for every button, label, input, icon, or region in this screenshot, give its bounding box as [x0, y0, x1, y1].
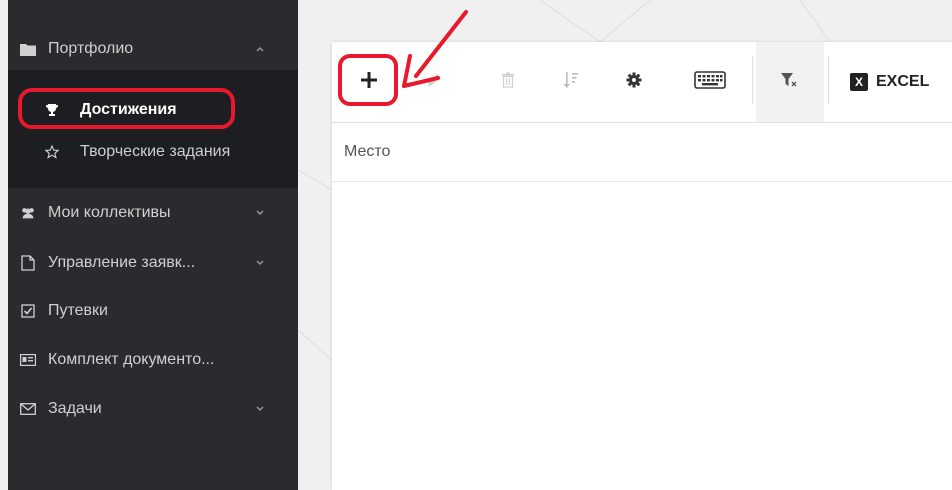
clear-filter-button[interactable]	[774, 64, 806, 100]
trophy-icon	[44, 102, 60, 118]
envelope-icon	[20, 401, 36, 417]
chevron-down-icon	[254, 206, 266, 218]
settings-button[interactable]	[618, 64, 650, 100]
sidebar-item-vouchers[interactable]: Путевки	[8, 292, 298, 330]
sidebar-subitem-creative-tasks[interactable]: Творческие задания	[8, 135, 298, 169]
edit-icon	[426, 72, 442, 93]
checkbox-icon	[20, 303, 36, 319]
toolbar-separator	[828, 56, 829, 104]
keyboard-icon	[694, 70, 726, 94]
sidebar-item-label: Портфолио	[48, 40, 134, 57]
folder-icon	[20, 41, 36, 57]
toolbar-separator	[752, 56, 753, 104]
sidebar-item-label: Управление заявк...	[48, 254, 196, 271]
sidebar-subitem-label: Достижения	[80, 101, 177, 118]
sort-icon	[563, 71, 579, 94]
sidebar-item-portfolio[interactable]: Портфолио	[8, 30, 298, 68]
add-button[interactable]	[353, 64, 385, 100]
delete-button[interactable]	[492, 64, 524, 100]
keyboard-button[interactable]	[694, 64, 726, 100]
chevron-down-icon	[254, 402, 266, 414]
column-header-place[interactable]: Место	[344, 143, 390, 161]
chevron-down-icon	[254, 256, 266, 268]
sidebar: Портфолио Достижения Творческие задания	[8, 0, 298, 490]
gear-icon	[626, 72, 642, 93]
id-card-icon	[20, 352, 36, 368]
star-icon	[44, 144, 60, 160]
add-icon	[360, 71, 378, 94]
sidebar-item-label: Мои коллективы	[48, 204, 171, 221]
sidebar-item-document-set[interactable]: Комплект документо...	[8, 341, 298, 379]
sidebar-item-label: Комплект документо...	[48, 351, 215, 368]
sort-button[interactable]	[555, 64, 587, 100]
sidebar-subitem-label: Творческие задания	[80, 143, 231, 160]
sidebar-item-my-groups[interactable]: Мои коллективы	[8, 194, 298, 232]
sidebar-item-manage-requests[interactable]: Управление заявк...	[8, 244, 298, 282]
achievements-panel: X EXCEL Место	[332, 42, 952, 490]
chevron-up-icon	[254, 42, 266, 54]
portfolio-submenu: Достижения Творческие задания	[8, 70, 298, 188]
sidebar-subitem-achievements[interactable]: Достижения	[8, 93, 298, 127]
excel-label: EXCEL	[876, 73, 930, 90]
excel-icon: X	[850, 73, 868, 91]
edit-button[interactable]	[418, 64, 450, 100]
table-header: Место	[332, 123, 952, 182]
sidebar-item-tasks[interactable]: Задачи	[8, 390, 298, 428]
filter-clear-icon	[780, 72, 800, 93]
sidebar-item-label: Задачи	[48, 400, 102, 417]
delete-icon	[501, 72, 515, 93]
export-excel-button[interactable]: X EXCEL	[850, 68, 929, 96]
toolbar: X EXCEL	[332, 42, 952, 123]
sidebar-item-label: Путевки	[48, 302, 108, 319]
users-icon	[20, 205, 36, 221]
document-icon	[20, 255, 36, 271]
